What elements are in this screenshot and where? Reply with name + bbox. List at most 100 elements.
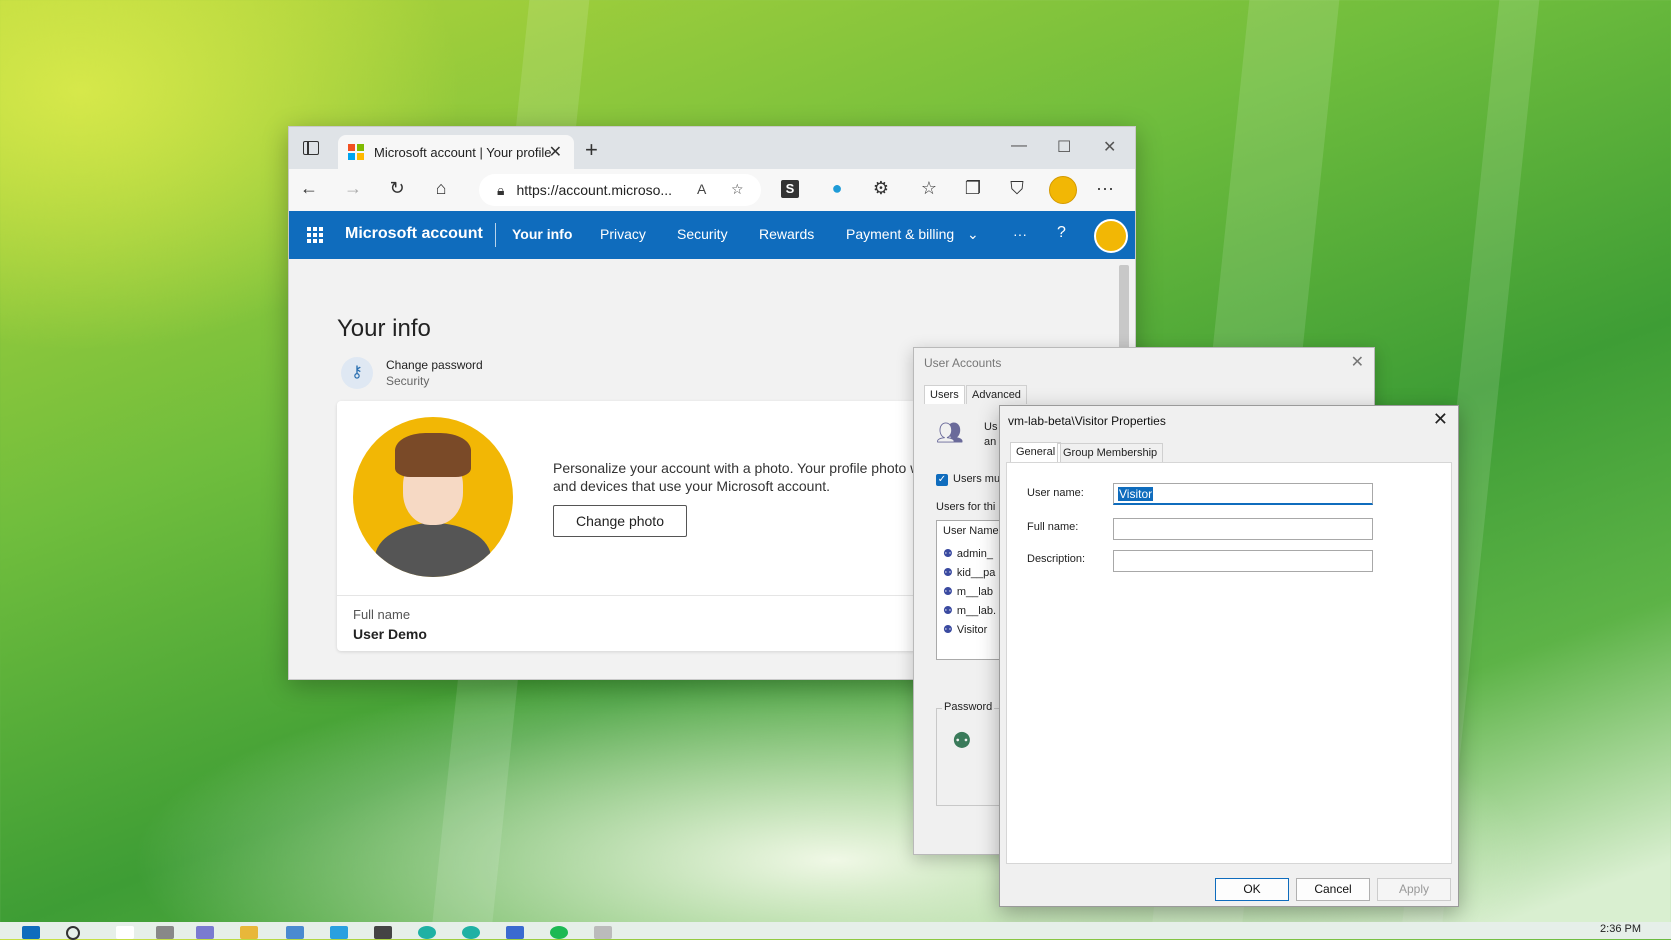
address-bar[interactable]: 🔒︎ https://account.microso... A ☆ — [479, 174, 761, 206]
more-options-icon[interactable]: ··· — [1093, 178, 1117, 199]
tab-users[interactable]: Users — [924, 385, 965, 404]
nav-more-icon[interactable]: ··· — [1013, 226, 1027, 242]
close-icon[interactable]: ✕ — [1433, 409, 1448, 430]
change-password-link[interactable]: Change password — [386, 358, 483, 372]
user-icon: ⚉ — [943, 624, 953, 636]
help-icon[interactable]: ? — [1057, 224, 1066, 242]
start-icon[interactable] — [22, 926, 40, 939]
tab-general[interactable]: General — [1010, 442, 1062, 463]
search-icon[interactable] — [66, 926, 80, 940]
ok-button[interactable]: OK — [1215, 878, 1289, 901]
terminal-icon[interactable] — [374, 926, 392, 939]
user-icon: ⚉ — [943, 605, 953, 617]
nav-privacy[interactable]: Privacy — [600, 226, 646, 242]
edge-icon[interactable] — [418, 926, 436, 939]
user-name-label: User name: — [1027, 487, 1084, 499]
chevron-down-icon[interactable]: ⌄ — [967, 226, 979, 243]
store-icon[interactable] — [286, 926, 304, 939]
edge-beta-icon[interactable] — [462, 926, 480, 939]
app-icon[interactable] — [330, 926, 348, 939]
list-item[interactable]: ⚉ m__lab. — [943, 604, 996, 617]
key-icon[interactable]: ⚷ — [341, 357, 373, 389]
chat-icon[interactable] — [196, 926, 214, 939]
back-icon[interactable]: ← — [297, 178, 321, 199]
tab-bar: Microsoft account | Your profile ✕ + — ☐… — [289, 127, 1135, 169]
close-icon[interactable]: ✕ — [1351, 352, 1364, 372]
nav-your-info[interactable]: Your info — [512, 226, 572, 242]
dialog-title: vm-lab-beta\Visitor Properties — [1008, 414, 1166, 428]
profile-avatar-icon[interactable] — [1049, 176, 1077, 204]
task-view-icon[interactable] — [116, 926, 134, 939]
account-avatar-icon[interactable] — [1094, 219, 1128, 253]
full-name-input[interactable] — [1113, 518, 1373, 540]
spotify-icon[interactable] — [550, 926, 568, 939]
users-icon: 👥︎ — [936, 420, 964, 445]
browser-toolbar: ← → ↻ ⌂ 🔒︎ https://account.microso... A … — [289, 169, 1135, 211]
extensions-icon[interactable]: ⚙ — [869, 178, 893, 199]
nav-rewards[interactable]: Rewards — [759, 226, 814, 242]
description-label: Description: — [1027, 553, 1086, 565]
calendar-icon[interactable] — [506, 926, 524, 939]
favorites-icon[interactable]: ☆ — [917, 178, 941, 199]
nav-security[interactable]: Security — [677, 226, 728, 242]
widgets-icon[interactable] — [156, 926, 174, 939]
photo-description: Personalize your account with a photo. Y… — [553, 460, 921, 494]
lock-icon[interactable]: 🔒︎ — [497, 182, 504, 199]
user-icon: ⚉ — [943, 548, 953, 560]
general-panel: User name: Visitor Full name: Descriptio… — [1006, 462, 1452, 864]
favorite-star-icon[interactable]: ☆ — [731, 181, 744, 198]
microsoft-logo-icon — [348, 144, 364, 160]
dialog-title: User Accounts — [924, 356, 1002, 370]
list-item[interactable]: ⚉ admin_ — [943, 547, 993, 560]
users-must-label: Users mu — [953, 473, 1001, 485]
change-password-subtitle: Security — [386, 374, 430, 388]
new-tab-icon[interactable]: + — [585, 137, 598, 163]
profile-card: Personalize your account with a photo. Y… — [337, 401, 937, 651]
change-photo-button[interactable]: Change photo — [553, 505, 687, 537]
maximize-icon[interactable]: ☐ — [1057, 137, 1071, 157]
column-header-user-name[interactable]: User Name — [943, 525, 999, 537]
address-text: https://account.microso... — [516, 182, 673, 198]
read-aloud-icon[interactable]: A — [697, 181, 706, 197]
tab-actions-icon[interactable] — [303, 141, 319, 155]
users-must-checkbox[interactable]: ✓ — [936, 474, 948, 486]
users-for-label: Users for thi — [936, 501, 996, 513]
user-icon: ⚉ — [943, 586, 953, 598]
description-input[interactable] — [1113, 550, 1373, 572]
description-text: Us — [984, 421, 998, 433]
user-icon: ⚉ — [943, 567, 953, 579]
extension-s-icon[interactable]: S — [781, 180, 799, 198]
user-name-input[interactable]: Visitor — [1113, 483, 1373, 505]
refresh-icon[interactable]: ↻ — [385, 178, 409, 199]
clock[interactable]: 2:36 PM — [1600, 923, 1641, 935]
file-explorer-icon[interactable] — [240, 926, 258, 939]
password-group-label: Password — [942, 701, 995, 713]
forward-icon[interactable]: → — [341, 178, 365, 199]
cancel-button[interactable]: Cancel — [1296, 878, 1370, 901]
nav-payment-billing[interactable]: Payment & billing — [846, 226, 954, 242]
user-accounts-taskbar-icon[interactable] — [594, 926, 612, 939]
list-item[interactable]: ⚉ m__lab — [943, 585, 993, 598]
browser-tab[interactable]: Microsoft account | Your profile ✕ — [338, 135, 574, 169]
collections-icon[interactable]: ❐ — [961, 178, 985, 199]
browser-essentials-icon[interactable]: ⛉ — [1005, 178, 1029, 199]
password-user-icon: ⚉ — [952, 728, 972, 753]
minimize-icon[interactable]: — — [1011, 137, 1027, 155]
close-tab-icon[interactable]: ✕ — [549, 142, 562, 162]
extension-ghost-icon[interactable]: ● — [825, 178, 849, 199]
apply-button[interactable]: Apply — [1377, 878, 1451, 901]
close-window-icon[interactable]: ✕ — [1103, 137, 1116, 157]
nav-divider — [495, 223, 496, 247]
app-launcher-icon[interactable] — [307, 227, 323, 243]
full-name-value: User Demo — [353, 626, 427, 642]
home-icon[interactable]: ⌂ — [429, 178, 453, 199]
page-title: Your info — [337, 315, 431, 342]
visitor-properties-dialog: vm-lab-beta\Visitor Properties ✕ General… — [999, 405, 1459, 907]
tab-advanced[interactable]: Advanced — [966, 385, 1027, 404]
ms-account-nav: Microsoft account Your info Privacy Secu… — [289, 211, 1135, 259]
tab-group-membership[interactable]: Group Membership — [1057, 443, 1164, 463]
list-item[interactable]: ⚉ kid__pa — [943, 566, 995, 579]
brand-title[interactable]: Microsoft account — [345, 225, 483, 243]
list-item[interactable]: ⚉ Visitor — [943, 623, 987, 636]
taskbar: 2:36 PM — [0, 922, 1671, 940]
